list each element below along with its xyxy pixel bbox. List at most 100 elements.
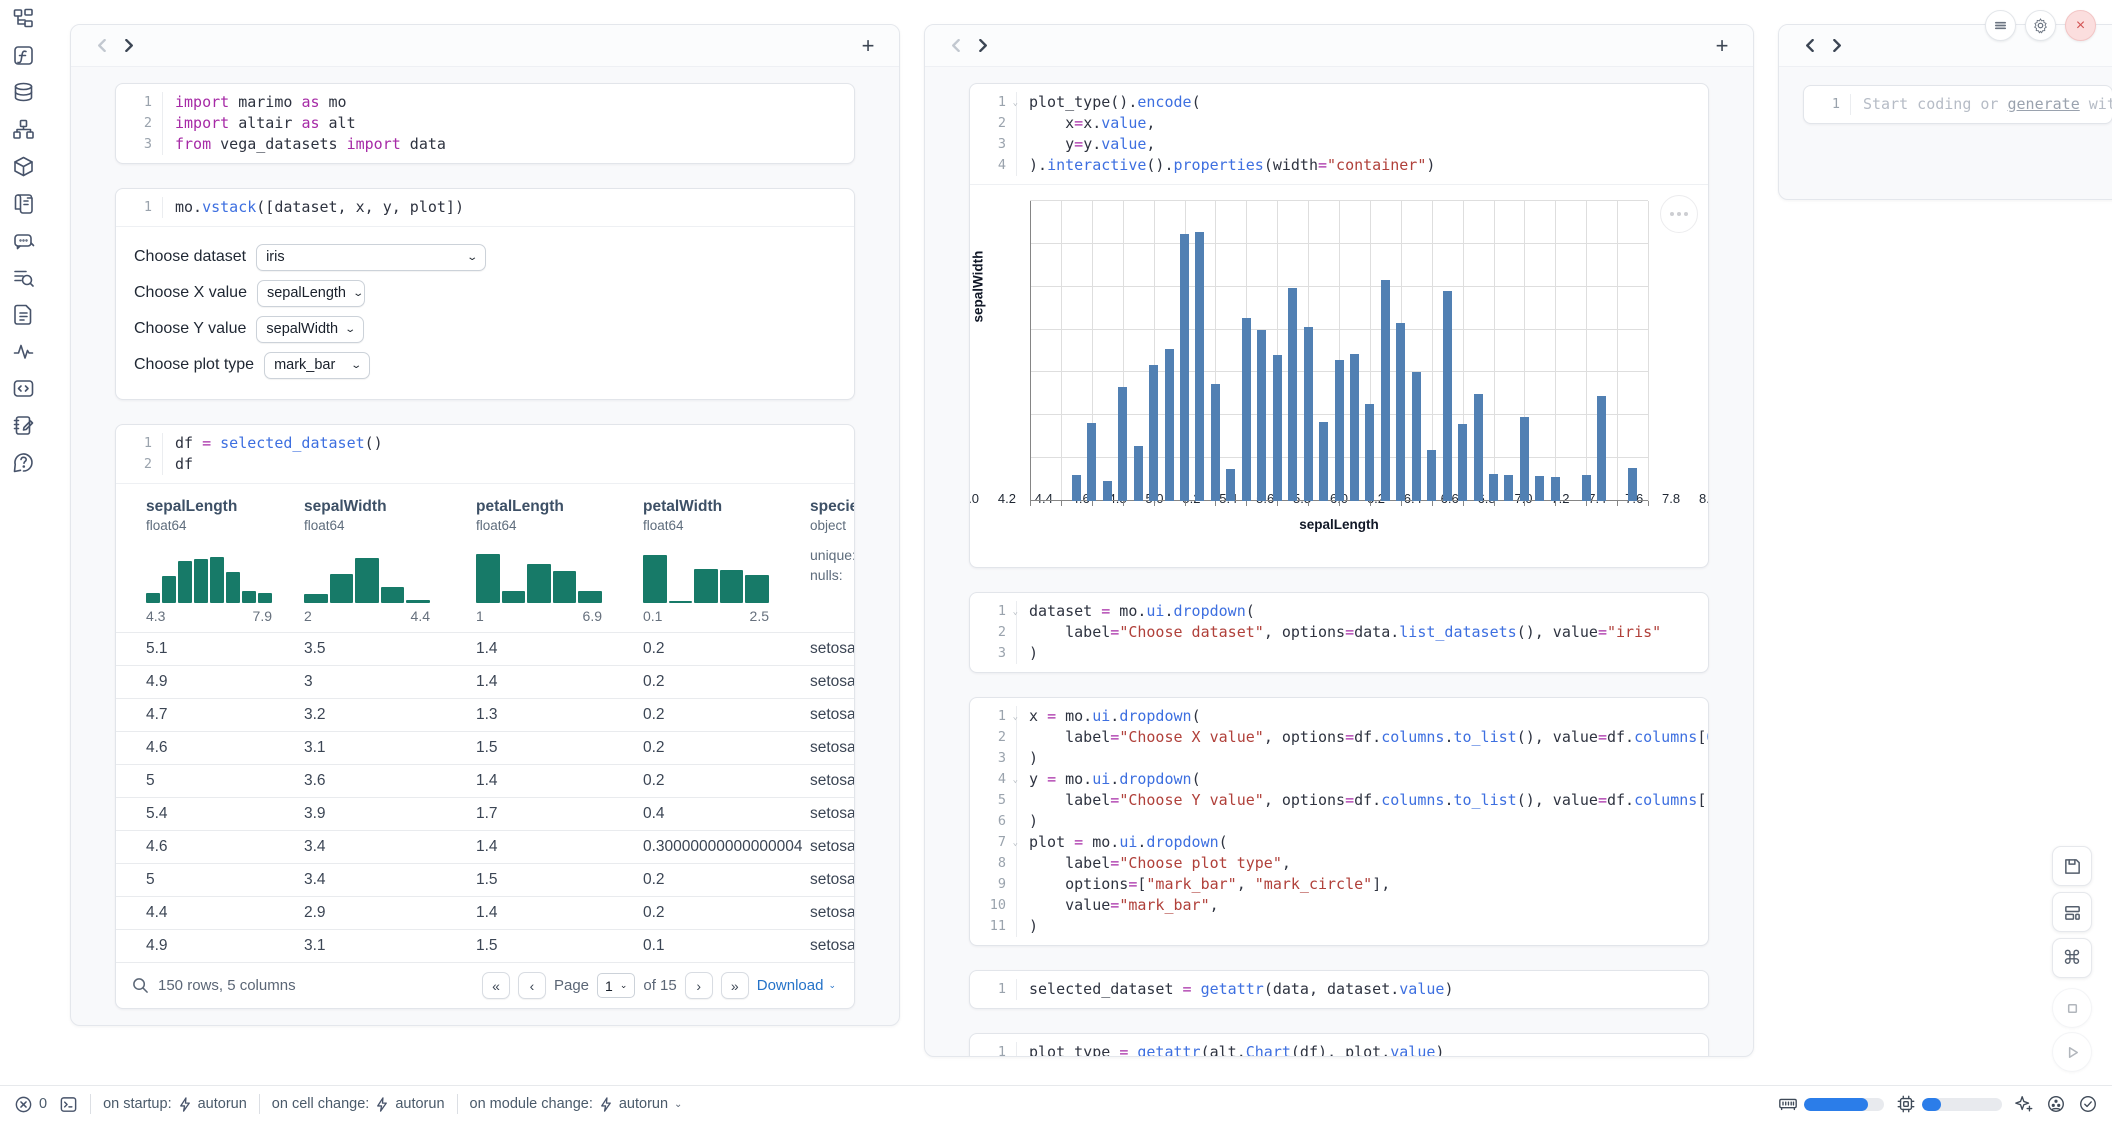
command-palette-button[interactable]: ⌘	[2052, 938, 2092, 978]
code-line[interactable]: 11)	[970, 916, 1708, 937]
bar[interactable]	[1628, 468, 1637, 501]
code-line[interactable]: 1df = selected_dataset()	[116, 433, 854, 454]
bar[interactable]	[1273, 355, 1282, 501]
memory-usage[interactable]	[1778, 1094, 1884, 1114]
fold-chevron-icon[interactable]: ⌄	[1013, 602, 1018, 623]
bar[interactable]	[1520, 417, 1529, 501]
runtime-setting-1[interactable]: on startup:autorun	[103, 1096, 247, 1112]
bar[interactable]	[1304, 327, 1313, 501]
menu-button[interactable]	[1985, 10, 2016, 41]
bar[interactable]	[1103, 481, 1112, 501]
column-name[interactable]: petalLength	[476, 498, 643, 516]
sidebar-file-tree-button[interactable]	[0, 0, 56, 37]
cpu-usage[interactable]	[1896, 1094, 2002, 1114]
code-editor[interactable]: 1⌄dataset = mo.ui.dropdown(2 label="Choo…	[970, 593, 1708, 672]
column-name[interactable]: sepalLength	[146, 498, 304, 516]
column-histogram[interactable]	[476, 545, 602, 603]
chart-plot-area[interactable]	[1030, 201, 1648, 501]
bar[interactable]	[1443, 291, 1452, 501]
code-editor[interactable]: 1plot_type = getattr(alt.Chart(df), plot…	[970, 1034, 1708, 1057]
empty-code-cell[interactable]: 1 Start coding or generate with	[1803, 85, 2112, 124]
bar[interactable]	[1597, 396, 1606, 501]
run-button[interactable]	[2052, 1032, 2092, 1072]
code-cell-plot-type[interactable]: 1plot_type = getattr(alt.Chart(df), plot…	[969, 1033, 1709, 1057]
bar[interactable]	[1458, 424, 1467, 501]
sidebar-database-button[interactable]	[0, 74, 56, 111]
bar[interactable]	[1118, 387, 1127, 501]
fold-chevron-icon[interactable]: ⌄	[1013, 707, 1018, 728]
code-editor[interactable]: 1import marimo as mo2import altair as al…	[116, 84, 854, 163]
bar[interactable]	[1087, 423, 1096, 501]
code-line[interactable]: 2import altair as alt	[116, 113, 854, 134]
bar[interactable]	[1257, 330, 1266, 501]
bar[interactable]	[1211, 384, 1220, 501]
table-row[interactable]: 4.42.91.40.2setosa	[116, 896, 854, 929]
bar[interactable]	[1551, 477, 1560, 501]
sidebar-package-button[interactable]	[0, 148, 56, 185]
code-line[interactable]: 3)	[970, 748, 1708, 769]
chevron-left-icon[interactable]	[89, 33, 115, 59]
add-cell-button[interactable]: +	[855, 33, 881, 59]
table-row[interactable]: 4.93.11.50.1setosa	[116, 929, 854, 962]
code-cell-dataset-dropdown[interactable]: 1⌄dataset = mo.ui.dropdown(2 label="Choo…	[969, 592, 1709, 673]
code-line[interactable]: 3)	[970, 643, 1708, 664]
code-line[interactable]: 3 y=y.value,	[970, 134, 1708, 155]
bar[interactable]	[1180, 234, 1189, 501]
code-line[interactable]: 8 label="Choose plot type",	[970, 853, 1708, 874]
bar[interactable]	[1149, 365, 1158, 501]
bar[interactable]	[1489, 474, 1498, 501]
table-row[interactable]: 4.63.41.40.30000000000000004setosa	[116, 830, 854, 863]
runtime-setting-3[interactable]: on module change:autorun⌄	[470, 1096, 683, 1112]
code-line[interactable]: 1import marimo as mo	[116, 92, 854, 113]
download-button[interactable]: Download ⌄	[757, 977, 836, 994]
code-line[interactable]: 6)	[970, 811, 1708, 832]
bar-chart[interactable]: 4.04.24.44.64.85.05.25.45.65.86.06.26.46…	[970, 185, 1708, 567]
column-histogram[interactable]	[146, 545, 272, 603]
fold-chevron-icon[interactable]: ⌄	[1013, 93, 1018, 114]
bar[interactable]	[1350, 354, 1359, 501]
bar[interactable]	[1365, 404, 1374, 501]
bar[interactable]	[1288, 288, 1297, 501]
code-line[interactable]: 9 options=["mark_bar", "mark_circle"],	[970, 874, 1708, 895]
column-header-sepalWidth[interactable]: sepalWidthfloat6424.4	[304, 498, 476, 624]
environment-button[interactable]	[2046, 1094, 2066, 1114]
table-row[interactable]: 5.13.51.40.2setosa	[116, 632, 854, 665]
first-page-button[interactable]: «	[482, 972, 510, 999]
sidebar-code-snippet-button[interactable]	[0, 370, 56, 407]
save-button[interactable]	[2052, 846, 2092, 886]
code-editor[interactable]: 1⌄x = mo.ui.dropdown(2 label="Choose X v…	[970, 698, 1708, 945]
chevron-left-icon[interactable]	[1797, 33, 1823, 59]
code-line[interactable]: 1selected_dataset = getattr(data, datase…	[970, 979, 1708, 1000]
column-header-petalLength[interactable]: petalLengthfloat6416.9	[476, 498, 643, 624]
chevron-right-icon[interactable]	[115, 33, 141, 59]
bar[interactable]	[1396, 323, 1405, 501]
bar[interactable]	[1335, 360, 1344, 501]
code-line[interactable]: 4⌄y = mo.ui.dropdown(	[970, 769, 1708, 790]
generate-with-ai-link[interactable]: generate	[2008, 95, 2080, 113]
stop-button[interactable]	[2052, 988, 2092, 1028]
table-row[interactable]: 53.61.40.2setosa	[116, 764, 854, 797]
code-line[interactable]: 4).interactive().properties(width="conta…	[970, 155, 1708, 176]
bar[interactable]	[1535, 476, 1544, 501]
dropdown-choose-x-value[interactable]: sepalLength⌄	[257, 280, 365, 307]
code-line[interactable]: 1plot_type = getattr(alt.Chart(df), plot…	[970, 1042, 1708, 1057]
column-header-sepalLength[interactable]: sepalLengthfloat644.37.9	[146, 498, 304, 624]
bar[interactable]	[1582, 475, 1591, 501]
bar[interactable]	[1242, 318, 1251, 501]
code-line[interactable]: 10 value="mark_bar",	[970, 895, 1708, 916]
bar[interactable]	[1226, 469, 1235, 501]
column-name[interactable]: species	[810, 498, 855, 516]
table-row[interactable]: 4.73.21.30.2setosa	[116, 698, 854, 731]
code-line[interactable]: 2df	[116, 454, 854, 475]
code-editor[interactable]: 1selected_dataset = getattr(data, datase…	[970, 971, 1708, 1008]
table-row[interactable]: 5.43.91.70.4setosa	[116, 797, 854, 830]
connection-status[interactable]	[2078, 1094, 2098, 1114]
ai-assist-button[interactable]	[2014, 1094, 2034, 1114]
dropdown-choose-dataset[interactable]: iris⌄	[256, 244, 486, 271]
chevron-right-icon[interactable]	[1823, 33, 1849, 59]
code-line[interactable]: 1⌄x = mo.ui.dropdown(	[970, 706, 1708, 727]
bar[interactable]	[1319, 422, 1328, 501]
column-histogram[interactable]	[304, 545, 430, 603]
code-cell-xy-plot-dropdowns[interactable]: 1⌄x = mo.ui.dropdown(2 label="Choose X v…	[969, 697, 1709, 946]
bar[interactable]	[1474, 394, 1483, 501]
